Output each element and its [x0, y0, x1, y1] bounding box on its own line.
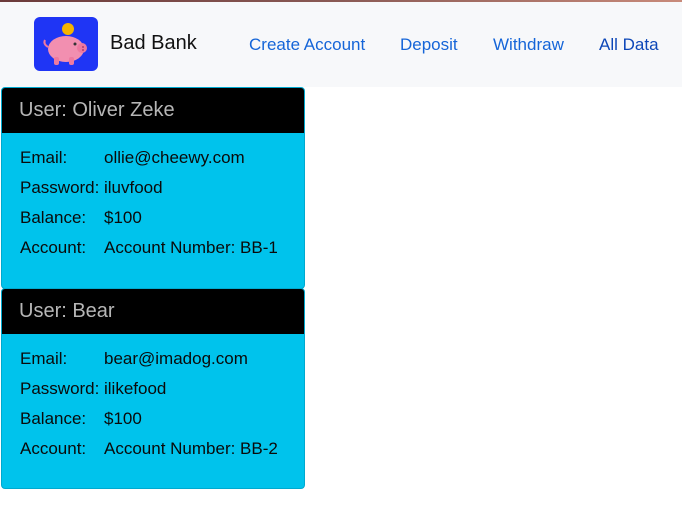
password-row: Password: iluvfood: [20, 173, 304, 203]
balance-value: $100: [104, 208, 142, 227]
password-label: Password:: [20, 379, 100, 398]
account-value: Account Number: BB-2: [104, 439, 278, 458]
balance-row: Balance: $100: [20, 203, 304, 233]
user-card: User: Bear Email: bear@imadog.com Passwo…: [1, 288, 305, 489]
brand-name[interactable]: Bad Bank: [110, 32, 197, 55]
user-card: User: Oliver Zeke Email: ollie@cheewy.co…: [1, 87, 305, 289]
user-card-body: Email: ollie@cheewy.com Password: iluvfo…: [2, 133, 304, 263]
account-value: Account Number: BB-1: [104, 238, 278, 257]
email-label: Email:: [20, 349, 68, 368]
password-label: Password:: [20, 178, 100, 197]
account-label: Account:: [20, 439, 87, 458]
user-card-header: User: Oliver Zeke: [2, 88, 304, 133]
password-value: iluvfood: [104, 178, 163, 197]
balance-value: $100: [104, 409, 142, 428]
email-value: ollie@cheewy.com: [104, 148, 245, 167]
nav-create-account[interactable]: Create Account: [249, 35, 365, 55]
email-label: Email:: [20, 148, 68, 167]
nav-all-data[interactable]: All Data: [599, 35, 659, 55]
balance-label: Balance:: [20, 208, 87, 227]
account-row: Account: Account Number: BB-1: [20, 233, 304, 263]
navbar: Bad Bank Create Account Deposit Withdraw…: [0, 2, 682, 87]
email-row: Email: ollie@cheewy.com: [20, 143, 304, 173]
password-value: ilikefood: [104, 379, 167, 398]
nav-deposit[interactable]: Deposit: [400, 35, 458, 55]
account-label: Account:: [20, 238, 87, 257]
password-row: Password: ilikefood: [20, 374, 304, 404]
user-card-body: Email: bear@imadog.com Password: ilikefo…: [2, 334, 304, 464]
email-row: Email: bear@imadog.com: [20, 344, 304, 374]
balance-label: Balance:: [20, 409, 87, 428]
account-row: Account: Account Number: BB-2: [20, 434, 304, 464]
piggy-bank-icon[interactable]: [34, 17, 98, 71]
user-card-header: User: Bear: [2, 289, 304, 334]
nav-withdraw[interactable]: Withdraw: [493, 35, 564, 55]
balance-row: Balance: $100: [20, 404, 304, 434]
email-value: bear@imadog.com: [104, 349, 248, 368]
